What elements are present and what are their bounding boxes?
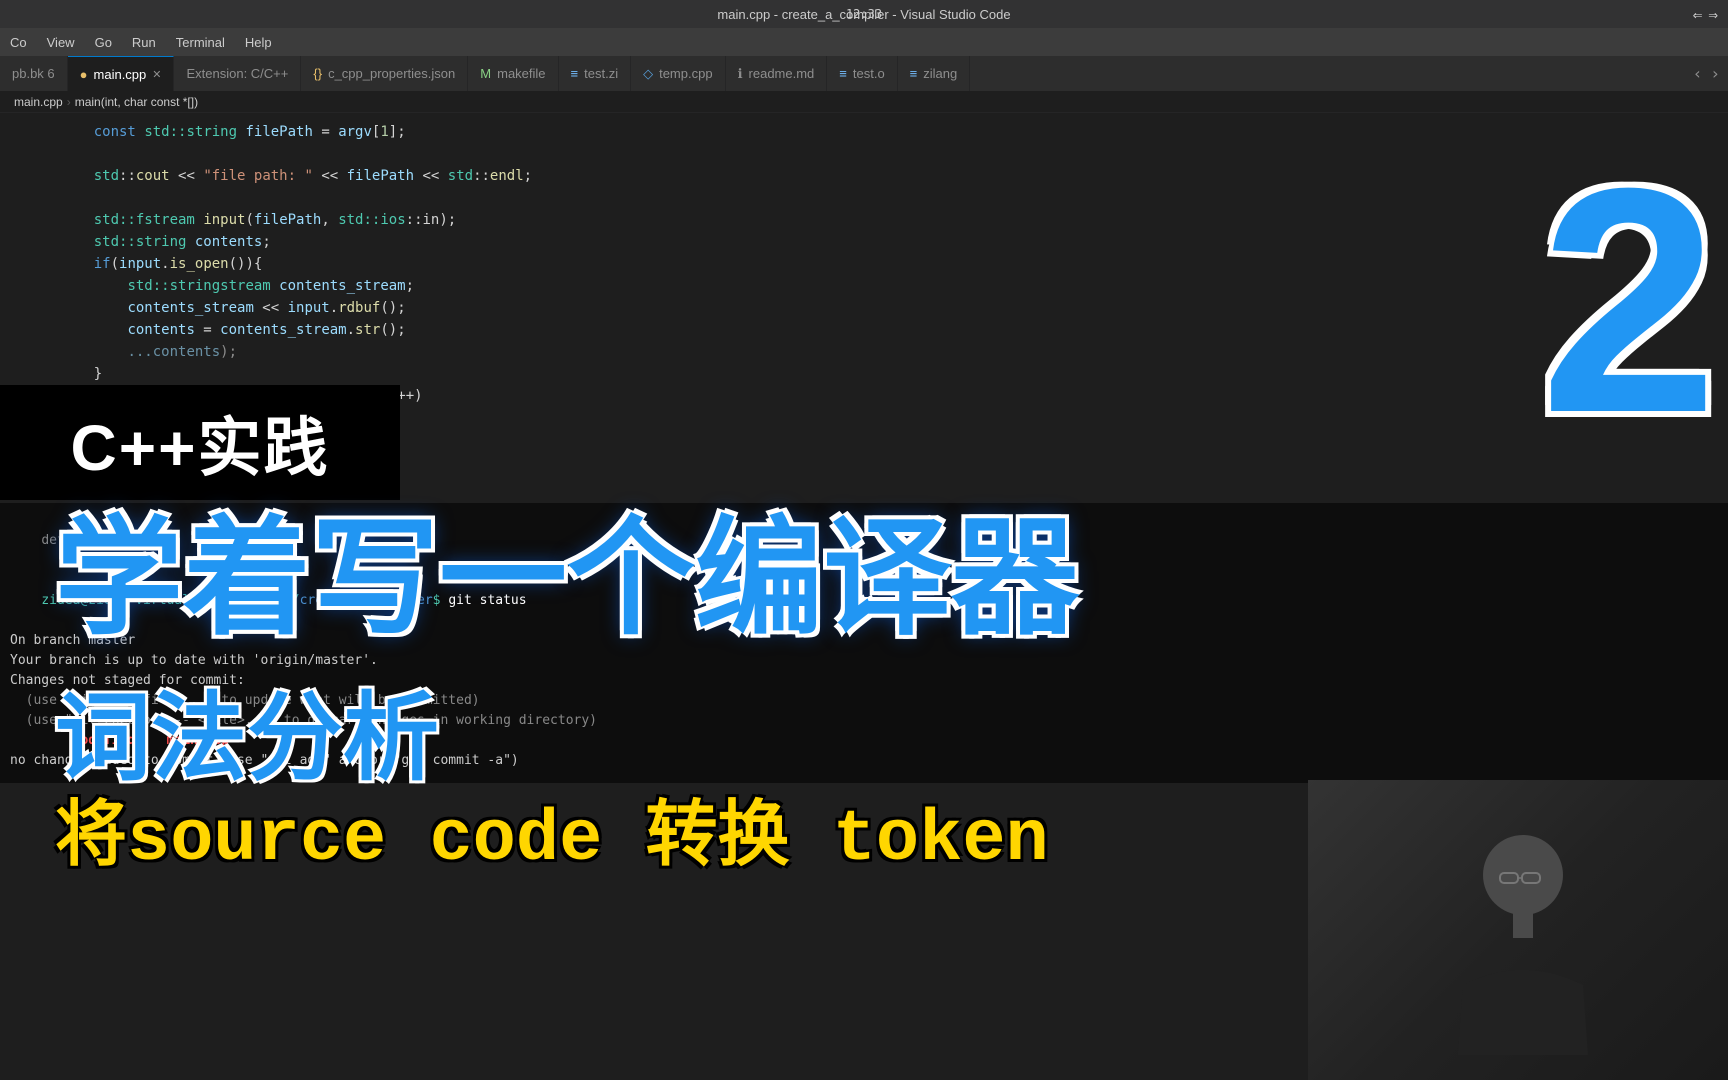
tab-zilang-icon: ≡ xyxy=(910,66,918,81)
code-text-p1: ...contents); xyxy=(60,341,237,363)
tab-ext-cpp[interactable]: Extension: C/C++ xyxy=(174,56,301,91)
code-text-10: contents = contents_stream.str(); xyxy=(60,319,406,341)
titlebar-time: 12:33 xyxy=(846,7,882,21)
cpp-overlay-text: C++实践 xyxy=(71,397,330,489)
code-line-6: std::string contents; xyxy=(0,231,1728,253)
tab-overflow[interactable]: ‹ › xyxy=(1685,56,1728,91)
code-text-6: std::string contents; xyxy=(60,231,271,253)
tab-tempcpp[interactable]: ◇ temp.cpp xyxy=(631,56,725,91)
code-line-9: contents_stream << input.rdbuf(); xyxy=(0,297,1728,319)
tab-cpp-props-icon: {} xyxy=(313,66,322,81)
menu-run[interactable]: Run xyxy=(132,35,156,50)
tab-testzi[interactable]: ≡ test.zi xyxy=(559,56,632,91)
breadcrumb: main.cpp › main(int, char const *[]) xyxy=(0,91,1728,113)
tab-main-cpp-label: main.cpp xyxy=(94,67,147,82)
tab-makefile-icon: M xyxy=(480,66,491,81)
code-text-7: if(input.is_open()){ xyxy=(60,253,262,275)
tab-pb6[interactable]: pb.bk 6 xyxy=(0,56,68,91)
tab-testzi-label: test.zi xyxy=(584,66,618,81)
tab-makefile[interactable]: M makefile xyxy=(468,56,558,91)
bottom-text-overlay: 将source code 转换 token xyxy=(55,775,1049,881)
tab-testo-label: test.o xyxy=(853,66,885,81)
cpp-overlay-box: C++实践 xyxy=(0,385,400,500)
webcam-placeholder xyxy=(1308,780,1728,1080)
titlebar-controls: ⇐ ⇒ xyxy=(1693,5,1718,24)
code-text-5: std::fstream input(filePath, std::ios::i… xyxy=(60,209,456,231)
tab-scroll-right[interactable]: › xyxy=(1710,64,1720,83)
tab-cpp-props-label: c_cpp_properties.json xyxy=(328,66,455,81)
code-text-8: std::stringstream contents_stream; xyxy=(60,275,414,297)
menu-go[interactable]: Go xyxy=(95,35,112,50)
tab-pb6-label: pb.bk 6 xyxy=(12,66,55,81)
tab-readme-icon: ℹ xyxy=(738,66,743,82)
tab-main-cpp-close[interactable]: ✕ xyxy=(152,68,161,81)
tab-readme[interactable]: ℹ readme.md xyxy=(726,56,828,91)
tab-tempcpp-label: temp.cpp xyxy=(659,66,712,81)
code-text-9: contents_stream << input.rdbuf(); xyxy=(60,297,406,319)
webcam-overlay xyxy=(1308,780,1728,1080)
tab-testo-icon: ≡ xyxy=(839,66,847,81)
tab-zilang-label: zilang xyxy=(923,66,957,81)
menu-terminal[interactable]: Terminal xyxy=(176,35,225,50)
big-number-overlay: 2 xyxy=(1540,140,1718,460)
breadcrumb-sep1: › xyxy=(67,95,71,109)
tab-main-cpp-icon: ● xyxy=(80,67,88,82)
breadcrumb-file: main.cpp xyxy=(14,95,63,109)
tab-ext-cpp-label: Extension: C/C++ xyxy=(186,66,288,81)
code-text-1: const std::string filePath = argv[1]; xyxy=(60,121,406,143)
tab-zilang[interactable]: ≡ zilang xyxy=(898,56,971,91)
titlebar: 12:33 main.cpp - create_a_compiler - Vis… xyxy=(0,0,1728,28)
code-line-8: std::stringstream contents_stream; xyxy=(0,275,1728,297)
tab-main-cpp[interactable]: ● main.cpp ✕ xyxy=(68,56,175,91)
code-line-10: contents = contents_stream.str(); xyxy=(0,319,1728,341)
code-text-3: std::cout << "file path: " << filePath <… xyxy=(60,165,532,187)
code-line-p2: } xyxy=(0,363,1728,385)
code-line-7: if(input.is_open()){ xyxy=(0,253,1728,275)
tab-readme-label: readme.md xyxy=(749,66,815,81)
breadcrumb-scope: main(int, char const *[]) xyxy=(75,95,198,109)
menu-view[interactable]: View xyxy=(47,35,75,50)
person-silhouette xyxy=(1418,805,1618,1055)
tab-cpp-props[interactable]: {} c_cpp_properties.json xyxy=(301,56,468,91)
menu-code[interactable]: Co xyxy=(10,35,27,50)
tab-testo[interactable]: ≡ test.o xyxy=(827,56,897,91)
code-line-3: std::cout << "file path: " << filePath <… xyxy=(0,165,1728,187)
tab-tempcpp-icon: ◇ xyxy=(643,66,653,82)
menu-help[interactable]: Help xyxy=(245,35,272,50)
code-line-2 xyxy=(0,143,1728,165)
tab-scroll-left[interactable]: ‹ xyxy=(1693,64,1703,83)
tab-makefile-label: makefile xyxy=(497,66,545,81)
code-line-4 xyxy=(0,187,1728,209)
tab-testzi-icon: ≡ xyxy=(571,66,579,81)
code-line-1: const std::string filePath = argv[1]; xyxy=(0,121,1728,143)
tabbar: pb.bk 6 ● main.cpp ✕ Extension: C/C++ {}… xyxy=(0,56,1728,91)
menubar: Co View Go Run Terminal Help xyxy=(0,28,1728,56)
main-title-overlay: 学着写一个编译器 xyxy=(55,515,1079,643)
code-line-5: std::fstream input(filePath, std::ios::i… xyxy=(0,209,1728,231)
code-line-p1: ...contents); xyxy=(0,341,1728,363)
code-text-p2: } xyxy=(60,363,102,385)
